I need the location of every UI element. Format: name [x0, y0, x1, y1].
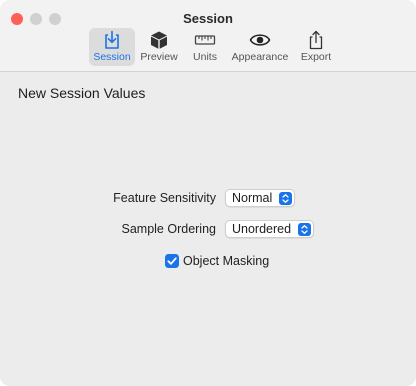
sample-ordering-row: Sample Ordering Unordered — [0, 220, 416, 240]
session-preferences-pane: New Session Values Feature Sensitivity N… — [0, 72, 416, 386]
object-masking-label: Object Masking — [183, 254, 270, 268]
tab-preview[interactable]: Preview — [137, 28, 181, 66]
object-masking-row: Object Masking — [0, 253, 416, 271]
tab-appearance-label: Appearance — [231, 51, 289, 63]
tab-appearance[interactable]: Appearance — [230, 28, 290, 66]
section-title: New Session Values — [18, 85, 146, 101]
eye-icon — [249, 34, 271, 46]
feature-sensitivity-label: Feature Sensitivity — [113, 191, 216, 205]
tab-session-label: Session — [93, 51, 131, 63]
chevron-up-down-icon — [298, 223, 312, 236]
tab-units[interactable]: Units — [188, 28, 222, 66]
sample-ordering-popup[interactable]: Unordered — [225, 220, 315, 238]
share-export-icon — [309, 30, 323, 50]
chevron-up-down-icon — [279, 192, 293, 205]
sample-ordering-label: Sample Ordering — [121, 222, 217, 236]
tab-units-label: Units — [193, 51, 217, 63]
feature-sensitivity-value: Normal — [232, 191, 273, 205]
object-masking-checkbox[interactable] — [165, 254, 179, 268]
tab-export-label: Export — [300, 51, 332, 63]
title-bar: Session Session Preview Units Appearance… — [0, 0, 416, 72]
tab-export[interactable]: Export — [297, 28, 335, 66]
tab-session[interactable]: Session — [89, 28, 135, 66]
window-title: Session — [183, 11, 233, 26]
ruler-icon — [194, 35, 216, 45]
feature-sensitivity-popup[interactable]: Normal — [225, 189, 296, 207]
tab-preview-label: Preview — [140, 51, 178, 63]
preferences-window: Session Session Preview Units Appearance… — [0, 0, 416, 386]
session-download-icon — [105, 30, 119, 49]
feature-sensitivity-row: Feature Sensitivity Normal — [0, 189, 416, 209]
checkmark-icon — [167, 257, 177, 265]
sample-ordering-value: Unordered — [232, 222, 292, 236]
cube-icon — [151, 31, 167, 49]
